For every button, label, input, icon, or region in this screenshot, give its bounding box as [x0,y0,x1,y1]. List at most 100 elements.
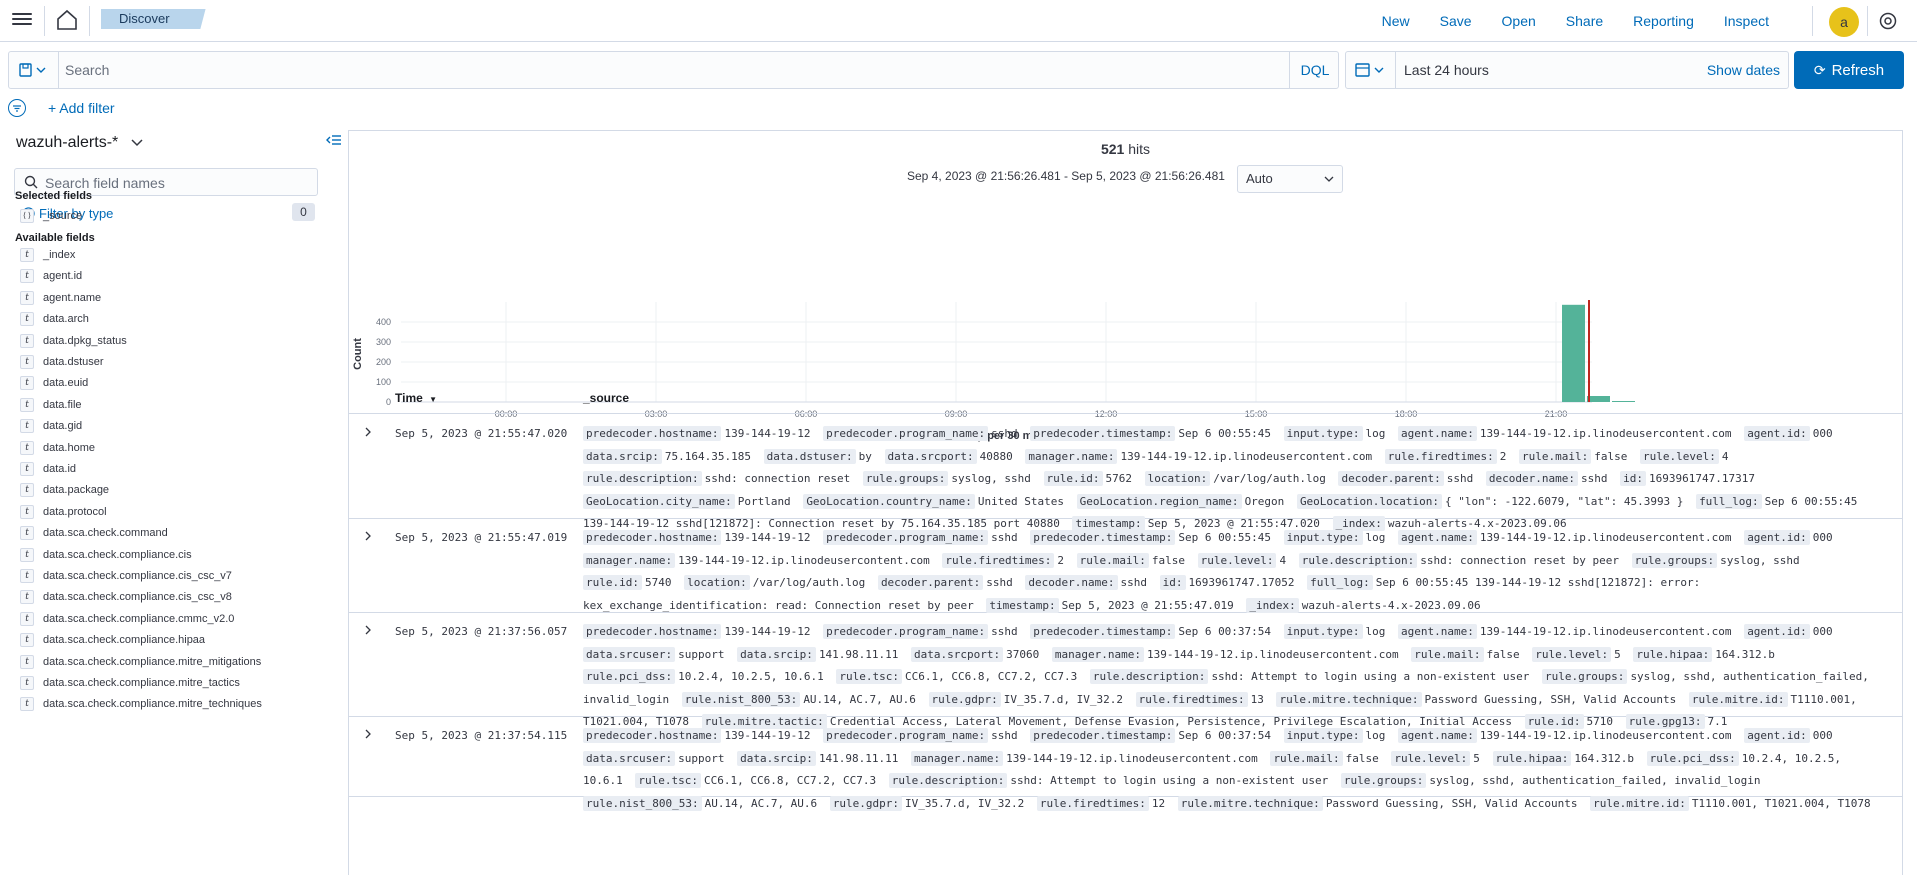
breadcrumb-discover[interactable]: Discover [101,9,206,29]
field-value: 10.2.4, 10.2.5, 10.6.1 [678,670,824,683]
field-item[interactable]: t data.sca.check.compliance.cis_csc_v7 [20,567,232,585]
field-item[interactable]: t data.dpkg_status [20,332,127,350]
field-item[interactable]: t _index [20,246,75,264]
table-row: Sep 5, 2023 @ 21:37:56.057 predecoder.hos… [349,613,1902,729]
field-key: predecoder.hostname: [583,426,722,441]
field-item[interactable]: t data.id [20,460,76,478]
field-key: rule.description: [1089,669,1209,684]
field-value: false [1151,553,1185,567]
field-name: data.dstuser [43,356,104,368]
field-item[interactable]: t agent.name [20,289,101,307]
chevron-right-icon[interactable] [363,531,373,541]
home-icon[interactable] [55,8,79,32]
saved-queries-button[interactable] [9,52,59,88]
field-item[interactable]: t data.gid [20,417,82,435]
field-name: agent.name [43,291,102,304]
field-value: 2 [1057,553,1064,567]
field-item[interactable]: t data.sca.check.compliance.mitre_techniq… [20,695,262,713]
field-key: rule.firedtimes: [1036,795,1149,811]
field-key: agent.id: [1744,530,1810,545]
field-item[interactable]: t data.file [20,396,82,414]
open-link[interactable]: Open [1502,13,1536,29]
reporting-link[interactable]: Reporting [1633,13,1694,29]
field-key: rule.mitre.id: [1688,691,1788,707]
field-item[interactable]: t data.sca.check.compliance.cis [20,546,192,564]
field-key: input.type: [1283,530,1363,545]
field-name: data.arch [43,313,89,326]
field-item[interactable]: t data.protocol [20,503,107,521]
field-item[interactable]: t data.package [20,481,109,499]
field-name: data.sca.check.compliance.mitre_mitigati… [43,655,262,668]
chevron-right-icon[interactable] [363,427,373,437]
dql-toggle[interactable]: DQL [1289,52,1340,88]
field-value: 1693961747.17052 [1188,576,1295,589]
hits-count: 521 [1100,141,1125,157]
filter-options-icon[interactable] [8,99,26,117]
field-key: rule.level: [1639,448,1719,464]
refresh-button[interactable]: ⟳ Refresh [1794,51,1904,89]
field-item[interactable]: t data.sca.check.command [20,524,168,542]
field-value: 139-144-19-12.ip.linodeusercontent.com [1006,751,1258,765]
add-filter-button[interactable]: + Add filter [48,100,115,116]
show-dates-link[interactable]: Show dates [1707,62,1780,78]
field-item[interactable]: t data.sca.check.compliance.cmmc_v2.0 [20,610,234,628]
field-name: _source [43,210,83,222]
field-key: location: [684,575,750,590]
field-value: 13 [1250,692,1264,706]
field-key: manager.name: [1051,646,1144,662]
field-value: 1693961747.17317 [1649,472,1755,485]
avatar[interactable]: a [1829,7,1859,37]
field-key: rule.mitre.technique: [1276,691,1422,707]
field-item[interactable]: t data.euid [20,374,88,392]
field-value: 000 [1812,729,1833,742]
field-key: rule.description: [583,471,702,486]
time-column-header[interactable]: Time ▼ [395,391,437,405]
row-source: predecoder.hostname: 139-144-19-12 predec… [583,527,1883,617]
collapse-sidebar-icon[interactable] [326,132,342,148]
time-range[interactable]: Last 24 hours [1404,62,1489,78]
field-key: predecoder.program_name: [823,624,989,639]
field-key: rule.id: [1043,471,1103,486]
y-tick-label: 400 [376,317,391,327]
field-key: agent.name: [1398,624,1477,639]
available-fields-title: Available fields [15,232,95,244]
field-item[interactable]: t data.sca.check.compliance.mitre_mitigat… [20,653,261,671]
new-link[interactable]: New [1382,13,1410,29]
share-link[interactable]: Share [1566,13,1603,29]
field-value: support [678,647,725,661]
chevron-right-icon[interactable] [363,625,373,635]
field-key: rule.mitre.id: [1590,795,1689,811]
field-item[interactable]: t data.sca.check.compliance.cis_csc_v8 [20,588,232,606]
inspect-link[interactable]: Inspect [1724,13,1769,29]
field-item[interactable]: t data.sca.check.compliance.hipaa [20,631,205,649]
field-key: rule.nist_800_53: [681,691,801,707]
field-item[interactable]: t data.sca.check.compliance.mitre_tactics [20,674,240,692]
field-item[interactable]: t data.arch [20,310,89,328]
field-name: data.dpkg_status [43,334,127,347]
field-value: sshd [1120,576,1148,589]
save-link[interactable]: Save [1440,13,1472,29]
string-type-icon: t [20,419,34,434]
index-pattern-selector[interactable]: wazuh-alerts-* [16,134,143,152]
field-value: log [1365,625,1386,638]
field-item[interactable]: t agent.id [20,267,82,285]
menu-icon[interactable] [12,10,32,30]
field-value: 139-144-19-12.ip.linodeusercontent.com [1479,427,1732,440]
search-input[interactable] [65,58,1265,82]
field-item-source[interactable]: ⟨⟩ _source [20,207,82,225]
string-type-icon: t [20,547,34,562]
field-value: 141.98.11.11 [818,751,899,765]
field-item[interactable]: t data.home [20,439,95,457]
quick-date-button[interactable] [1346,52,1396,88]
divider [44,6,45,36]
field-value: Portland [737,494,791,508]
field-item[interactable]: t data.dstuser [20,353,104,371]
interval-select[interactable]: Auto [1237,165,1343,193]
field-key: full_log: [1307,575,1373,590]
help-icon[interactable] [1878,11,1898,31]
doc-table-header: Time ▼ _source [349,386,1902,414]
field-key: rule.level: [1532,646,1612,662]
search-icon [24,175,38,189]
chevron-right-icon[interactable] [363,729,373,739]
time-range-label: Sep 4, 2023 @ 21:56:26.481 - Sep 5, 2023… [907,169,1225,183]
